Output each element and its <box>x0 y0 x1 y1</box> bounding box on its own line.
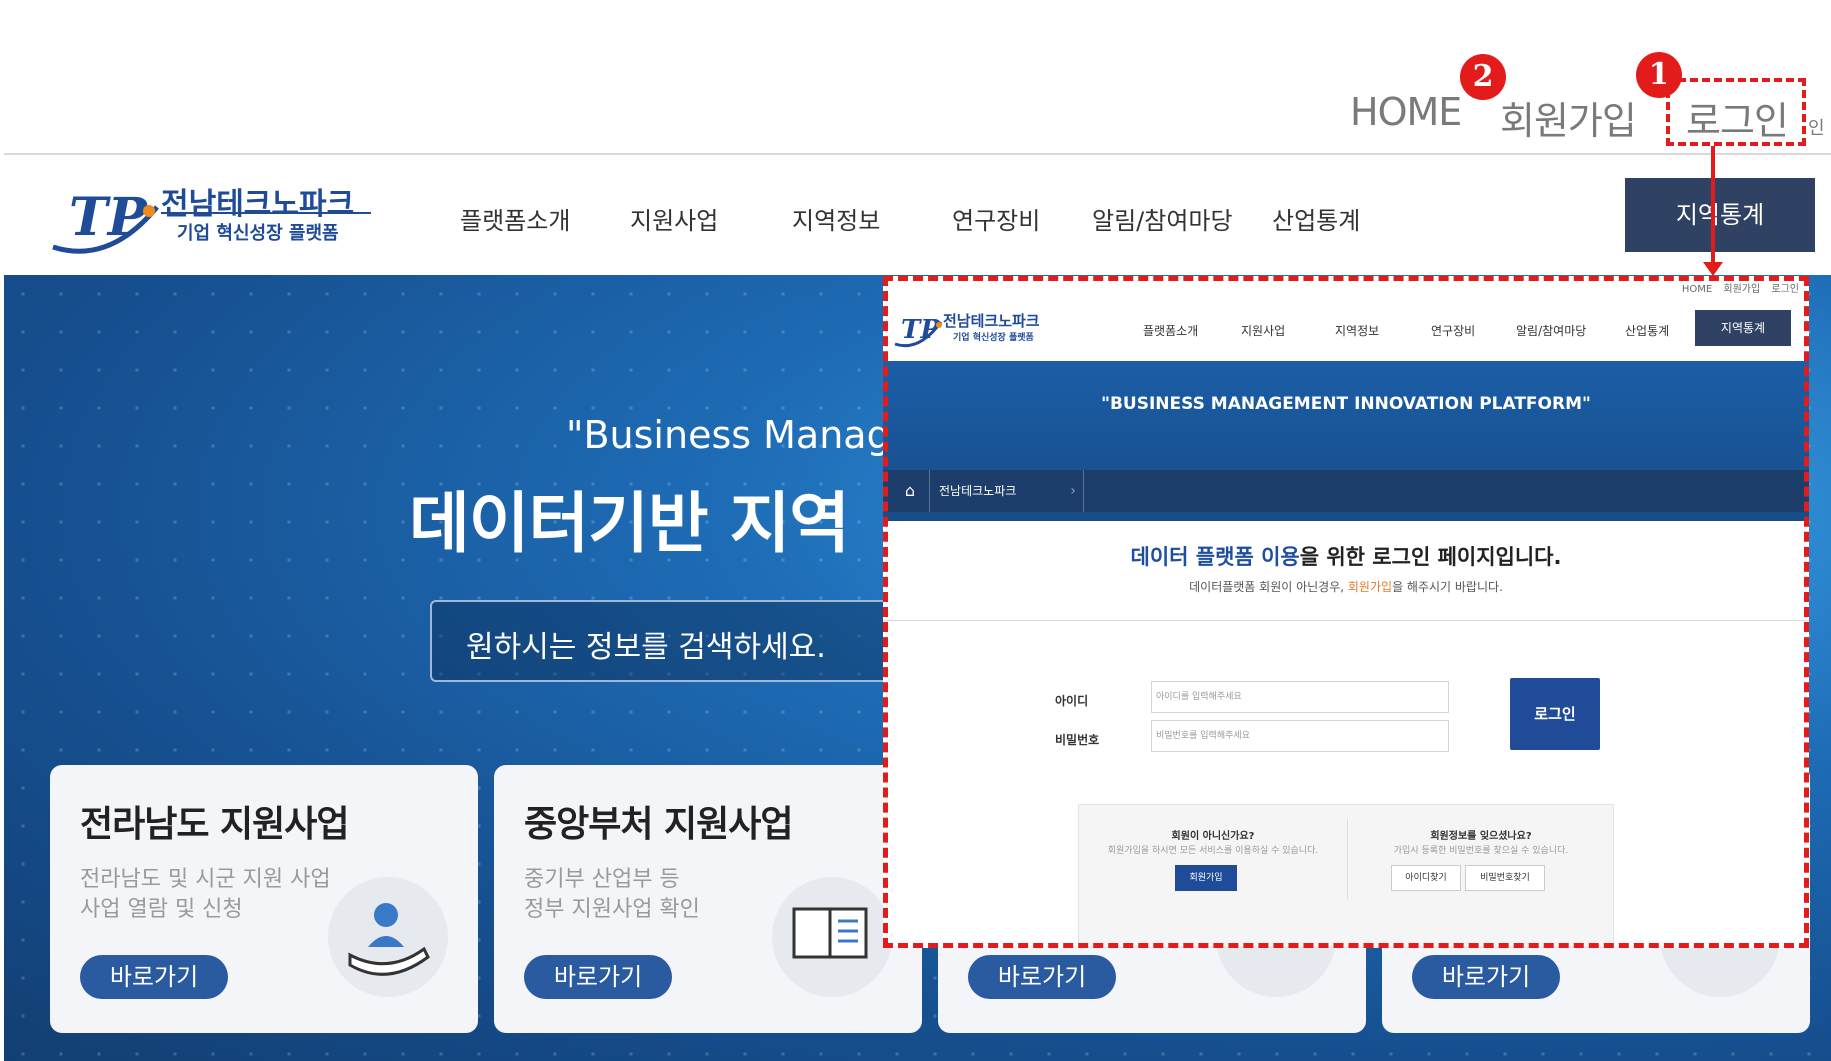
gnb-platform-intro[interactable]: 플랫폼소개 <box>460 201 570 236</box>
preview-highlight-frame <box>883 276 1809 948</box>
hero-search-placeholder: 원하시는 정보를 검색하세요. <box>466 630 826 665</box>
gnb-support-business[interactable]: 지원사업 <box>630 201 718 236</box>
gnb-region-stats[interactable]: 지역통계 <box>1625 178 1815 252</box>
book-pen-icon <box>772 877 892 997</box>
arrow-down-icon <box>1703 262 1723 276</box>
arrow-line <box>1711 146 1715 270</box>
login-highlight-box <box>1666 78 1806 146</box>
gnb-region-info[interactable]: 지역정보 <box>792 201 880 236</box>
hero-search-box[interactable]: 원하시는 정보를 검색하세요. <box>430 600 934 682</box>
card-go-button[interactable]: 바로가기 <box>80 955 228 999</box>
card-desc-1: 전라남도 및 시군 지원 사업 <box>80 867 331 892</box>
hero-title: 데이터기반 지역 <box>409 485 850 562</box>
card-title: 중앙부처 지원사업 <box>524 804 793 845</box>
card-jeonnam-support: 전라남도 지원사업 전라남도 및 시군 지원 사업 사업 열람 및 신청 바로가… <box>50 765 478 1033</box>
card-go-button[interactable]: 바로가기 <box>968 955 1116 999</box>
join-link[interactable]: 회원가입 <box>1500 90 1637 145</box>
home-link[interactable]: HOME <box>1350 90 1462 134</box>
logo-subtitle: 기업 혁신성장 플랫폼 <box>177 223 339 244</box>
login-tail-text: 인 <box>1808 118 1825 139</box>
svg-text:TP: TP <box>69 187 149 248</box>
logo-underline <box>161 212 371 214</box>
step-badge-2: 2 <box>1460 54 1506 100</box>
gnb-notice-participation[interactable]: 알림/참여마당 <box>1092 201 1233 236</box>
site-logo[interactable]: TP 전남테크노파크 기업 혁신성장 플랫폼 <box>49 177 389 257</box>
main-header: TP 전남테크노파크 기업 혁신성장 플랫폼 플랫폼소개 지원사업 지역정보 연… <box>4 155 1831 275</box>
top-utility-nav: HOME 회원가입 로그인 인 <box>0 90 1831 143</box>
card-go-button[interactable]: 바로가기 <box>1412 955 1560 999</box>
hero-subtitle: "Business Manager <box>566 413 930 457</box>
gnb-research-equipment[interactable]: 연구장비 <box>952 201 1040 236</box>
card-go-button[interactable]: 바로가기 <box>524 955 672 999</box>
gnb-industry-stats[interactable]: 산업통계 <box>1272 201 1360 236</box>
card-title: 전라남도 지원사업 <box>80 804 349 845</box>
logo-title: 전남테크노파크 <box>161 187 355 222</box>
card-desc-2: 사업 열람 및 신청 <box>80 897 243 922</box>
card-desc-1: 중기부 산업부 등 <box>524 867 680 892</box>
card-desc-2: 정부 지원사업 확인 <box>524 897 700 922</box>
card-central-support: 중앙부처 지원사업 중기부 산업부 등 정부 지원사업 확인 바로가기 <box>494 765 922 1033</box>
hand-person-icon <box>328 877 448 997</box>
